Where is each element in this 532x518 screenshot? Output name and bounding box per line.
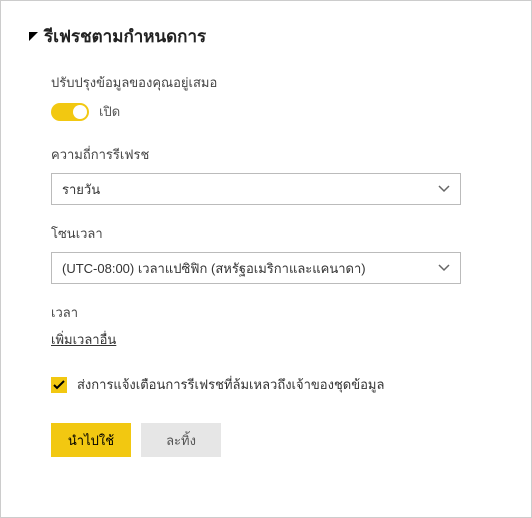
keep-updated-label: ปรับปรุงข้อมูลของคุณอยู่เสมอ (51, 72, 503, 93)
timezone-value: (UTC-08:00) เวลาแปซิฟิก (สหรัฐอเมริกาและ… (62, 258, 366, 279)
frequency-label: ความถี่การรีเฟรช (51, 144, 503, 165)
chevron-down-icon (438, 262, 450, 274)
collapse-caret-icon (29, 32, 38, 41)
apply-button[interactable]: นำไปใช้ (51, 423, 131, 457)
chevron-down-icon (438, 183, 450, 195)
toggle-status: เปิด (99, 101, 120, 122)
frequency-value: รายวัน (62, 179, 100, 200)
keep-updated-row: เปิด (51, 101, 503, 122)
check-icon (53, 380, 65, 390)
discard-button[interactable]: ละทิ้ง (141, 423, 221, 457)
button-row: นำไปใช้ ละทิ้ง (51, 423, 503, 457)
toggle-knob-icon (73, 105, 87, 119)
timezone-select[interactable]: (UTC-08:00) เวลาแปซิฟิก (สหรัฐอเมริกาและ… (51, 252, 461, 284)
time-label: เวลา (51, 302, 503, 323)
notify-checkbox[interactable] (51, 377, 67, 393)
section-header[interactable]: รีเฟรชตามกำหนดการ (29, 23, 503, 50)
notify-label: ส่งการแจ้งเตือนการรีเฟรชที่ล้มเหลวถึงเจ้… (77, 374, 384, 395)
frequency-select[interactable]: รายวัน (51, 173, 461, 205)
section-title: รีเฟรชตามกำหนดการ (44, 23, 206, 50)
keep-updated-toggle[interactable] (51, 103, 89, 121)
section-content: ปรับปรุงข้อมูลของคุณอยู่เสมอ เปิด ความถี… (29, 72, 503, 457)
notify-row: ส่งการแจ้งเตือนการรีเฟรชที่ล้มเหลวถึงเจ้… (51, 374, 503, 395)
add-time-link[interactable]: เพิ่มเวลาอื่น (51, 329, 116, 350)
timezone-label: โซนเวลา (51, 223, 503, 244)
